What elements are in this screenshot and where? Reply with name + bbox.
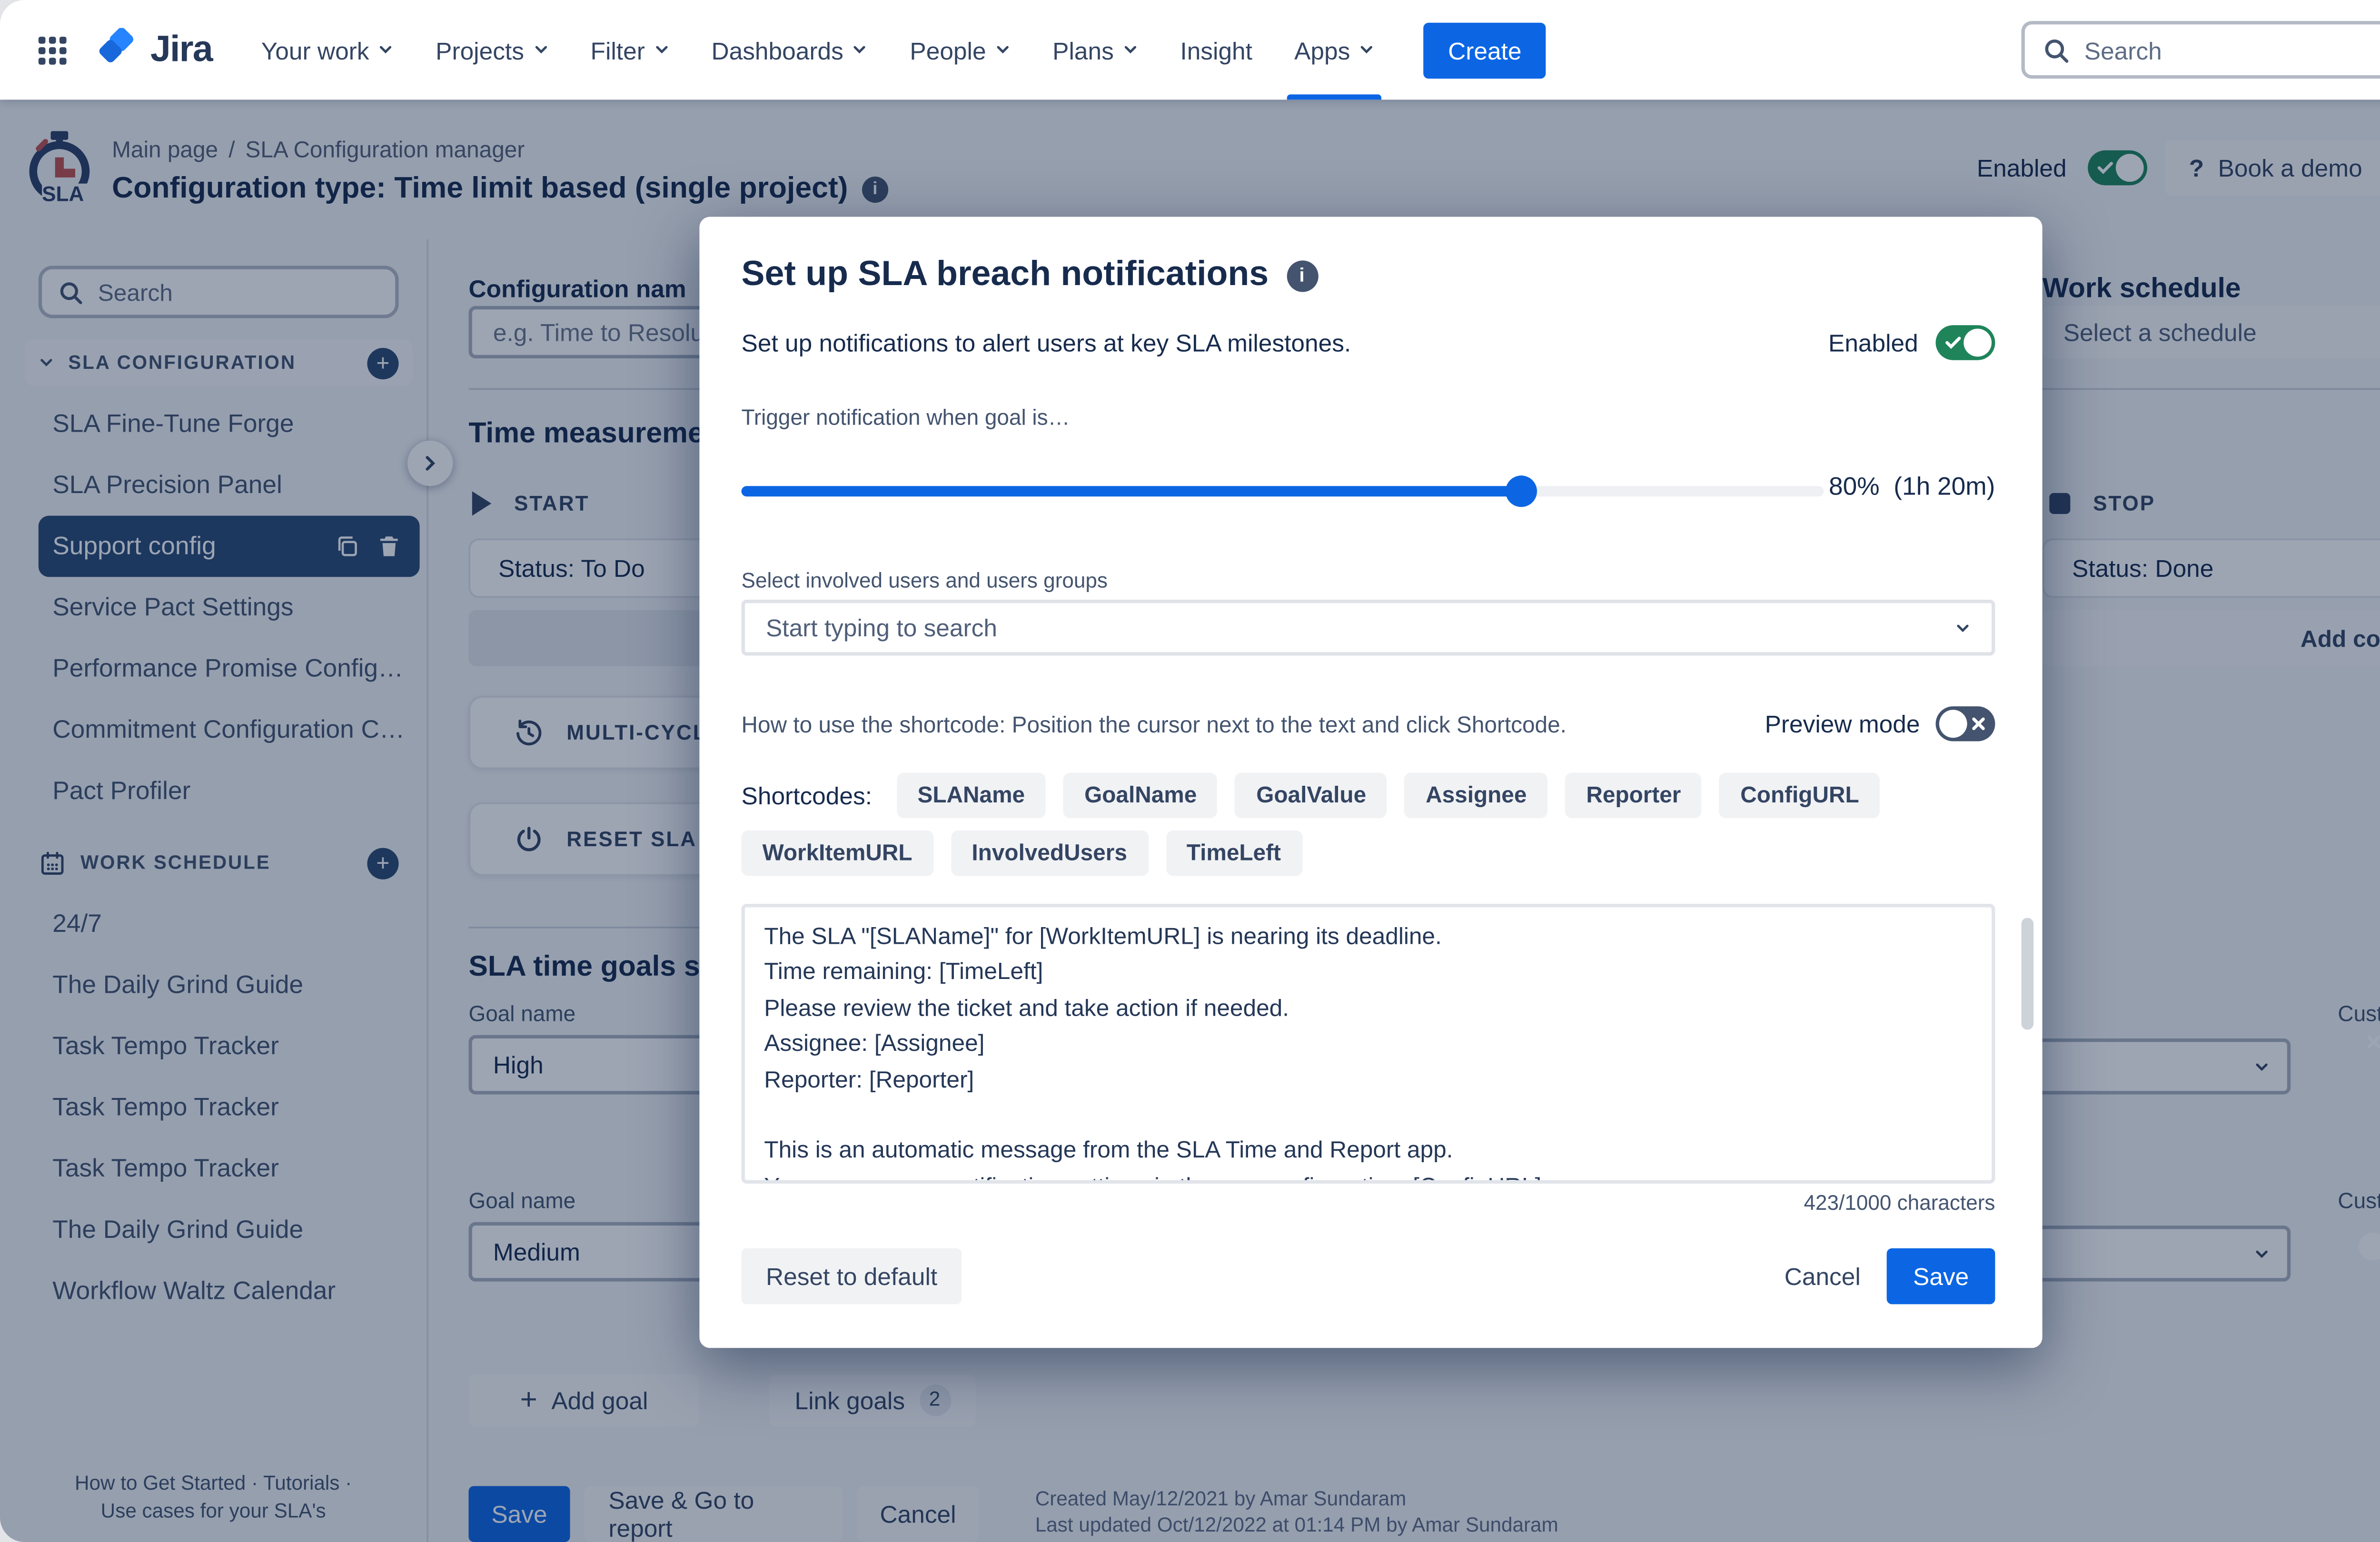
- create-button[interactable]: Create: [1423, 21, 1546, 78]
- chevron-down-icon: [380, 46, 392, 54]
- modal-title-row: Set up SLA breach notifications i: [742, 255, 1318, 295]
- nav-label: Insight: [1180, 36, 1252, 64]
- notifications-enabled-toggle[interactable]: [1935, 325, 1995, 360]
- textarea-scrollbar[interactable]: [2021, 918, 2034, 1030]
- nav-label: Projects: [436, 36, 524, 64]
- trigger-label: Trigger notification when goal is…: [741, 405, 1070, 430]
- involved-users-select[interactable]: Start typing to search: [741, 599, 1995, 656]
- shortcode-chip[interactable]: ConfigURL: [1719, 772, 1880, 819]
- preview-mode: Preview mode: [1765, 706, 1995, 741]
- global-search-input[interactable]: [2084, 36, 2380, 64]
- cross-icon: [1971, 716, 1986, 731]
- goal-slider-value: 80% (1h 20m): [1829, 474, 1995, 502]
- search-icon: [2045, 39, 2069, 62]
- grid-icon: [38, 36, 67, 64]
- nav-label: Dashboards: [711, 36, 843, 64]
- modal-footer: Reset to default Cancel Save: [741, 1248, 1995, 1305]
- sla-breach-notifications-modal: Set up SLA breach notifications i Set up…: [699, 217, 2043, 1348]
- jira-logo-text: Jira: [150, 29, 213, 69]
- screen: Jira Your work Projects Filter Dashboard…: [0, 0, 2380, 1542]
- modal-subtitle-row: Set up notifications to alert users at k…: [742, 325, 1995, 360]
- modal-title: Set up SLA breach notifications: [741, 255, 1269, 294]
- chevron-down-icon: [1957, 623, 1969, 632]
- involved-users-label: Select involved users and users groups: [741, 568, 1108, 593]
- nav-label: Filter: [590, 36, 645, 64]
- enabled-label: Enabled: [1828, 328, 1918, 357]
- notification-message-text: The SLA "[SLAName]" for [WorkItemURL] is…: [764, 923, 1541, 1180]
- goal-slider-thumb[interactable]: [1505, 475, 1537, 507]
- shortcode-chip[interactable]: WorkItemURL: [741, 830, 933, 876]
- reset-to-default-button[interactable]: Reset to default: [741, 1248, 962, 1305]
- nav-dashboards[interactable]: Dashboards: [711, 0, 868, 99]
- jira-logo[interactable]: Jira: [94, 27, 213, 73]
- shortcode-chip[interactable]: GoalValue: [1235, 772, 1388, 819]
- nav-label: Plans: [1052, 36, 1114, 64]
- select-placeholder: Start typing to search: [765, 613, 997, 642]
- goal-slider-track[interactable]: [741, 486, 1824, 497]
- shortcode-chip[interactable]: TimeLeft: [1165, 830, 1302, 876]
- modal-cancel-button[interactable]: Cancel: [1758, 1262, 1887, 1290]
- shortcode-help: How to use the shortcode: Position the c…: [741, 711, 1567, 737]
- chevron-down-icon: [1361, 46, 1373, 54]
- modal-subtitle: Set up notifications to alert users at k…: [741, 328, 1351, 357]
- goal-slider-fill: [741, 486, 1532, 497]
- chevron-down-icon: [854, 46, 866, 54]
- nav-insight[interactable]: Insight: [1180, 0, 1252, 99]
- shortcode-chip[interactable]: Reporter: [1565, 772, 1702, 819]
- notification-message-textarea[interactable]: The SLA "[SLAName]" for [WorkItemURL] is…: [741, 904, 1995, 1184]
- nav-people[interactable]: People: [910, 0, 1011, 99]
- info-icon[interactable]: i: [1286, 259, 1318, 291]
- top-nav: Jira Your work Projects Filter Dashboard…: [0, 0, 2380, 100]
- shortcode-chip[interactable]: SLAName: [896, 772, 1046, 819]
- global-search[interactable]: [2021, 21, 2380, 79]
- nav-apps[interactable]: Apps: [1287, 0, 1382, 100]
- nav-projects[interactable]: Projects: [436, 0, 548, 99]
- nav-your-work[interactable]: Your work: [261, 0, 394, 99]
- character-counter: 423/1000 characters: [1804, 1190, 1995, 1216]
- app-window: Jira Your work Projects Filter Dashboard…: [0, 0, 2380, 1542]
- preview-mode-toggle[interactable]: [1935, 706, 1995, 741]
- modal-save-button[interactable]: Save: [1886, 1248, 1995, 1305]
- jira-mark-icon: [99, 27, 134, 62]
- nav-filter[interactable]: Filter: [591, 0, 670, 99]
- nav-plans[interactable]: Plans: [1052, 0, 1138, 99]
- notifications-enabled: Enabled: [1828, 325, 1995, 360]
- nav-label: People: [910, 36, 986, 64]
- preview-mode-label: Preview mode: [1765, 710, 1920, 738]
- check-icon: [1944, 334, 1962, 352]
- shortcodes-label: Shortcodes:: [741, 781, 873, 810]
- shortcodes-row: Shortcodes: SLAName GoalName GoalValue A…: [741, 772, 1995, 876]
- nav-label: Your work: [261, 36, 369, 64]
- app-switcher-icon[interactable]: [35, 32, 69, 67]
- shortcode-chip[interactable]: Assignee: [1405, 772, 1548, 819]
- shortcode-chip[interactable]: GoalName: [1063, 772, 1218, 819]
- nav-right: 9+ ?: [2021, 21, 2380, 79]
- chevron-down-icon: [535, 46, 546, 54]
- shortcode-chip[interactable]: InvolvedUsers: [951, 830, 1148, 876]
- shortcode-help-row: How to use the shortcode: Position the c…: [742, 706, 1995, 741]
- toggle-thumb: [1939, 710, 1967, 738]
- nav-label: Apps: [1294, 36, 1350, 64]
- chevron-down-icon: [1124, 46, 1136, 54]
- chevron-down-icon: [655, 46, 667, 54]
- chevron-down-icon: [997, 46, 1009, 54]
- primary-nav: Your work Projects Filter Dashboards Peo…: [240, 0, 1396, 100]
- toggle-thumb: [1964, 328, 1992, 357]
